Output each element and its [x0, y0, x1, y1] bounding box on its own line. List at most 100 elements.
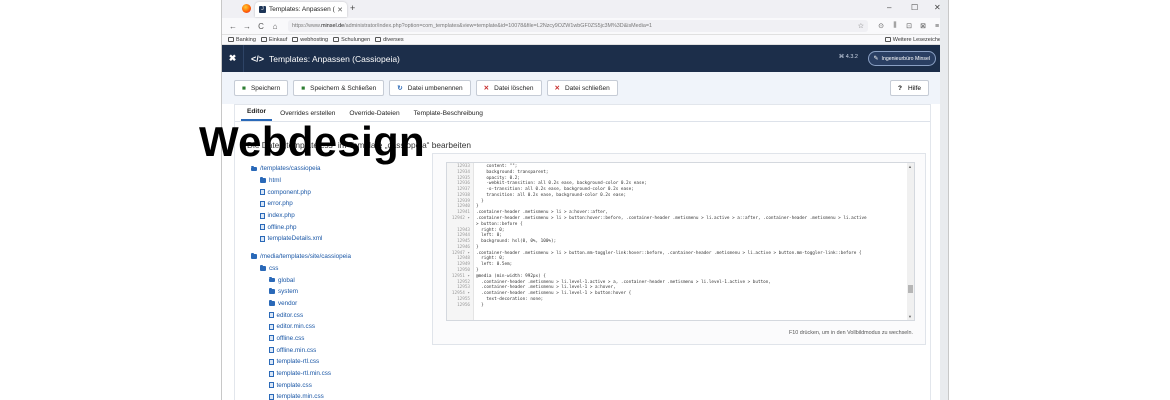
save-button-label: Speichern [250, 84, 281, 92]
bookmark-label: Banking [236, 36, 256, 43]
file-icon [269, 382, 274, 389]
folder-icon [269, 276, 275, 283]
tree-item[interactable]: template-rtl.min.css [251, 368, 421, 380]
extensions-icon[interactable]: ⊠ [916, 22, 930, 30]
url-prefix: https://www. [292, 23, 322, 29]
fullscreen-hint: F10 drücken, um in den Vollbildmodus zu … [788, 330, 913, 336]
save-close-button-label: Speichern & Schließen [310, 84, 377, 92]
firefox-icon[interactable] [242, 4, 251, 13]
edit-icon: ✎ [873, 56, 879, 62]
scroll-down-icon[interactable]: ▼ [908, 314, 912, 319]
minimize-button[interactable]: – [887, 3, 891, 12]
tree-item[interactable]: editor.min.css [251, 321, 421, 333]
url-domain: minsel.de [321, 23, 345, 29]
folder-icon [292, 37, 299, 42]
joomla-logo-icon[interactable]: ✖ [222, 45, 244, 72]
editor-scrollbar[interactable]: ▲ ▼ [907, 163, 914, 320]
bookmark-star-icon[interactable]: ☆ [858, 22, 864, 30]
bookmark-more[interactable]: Weitere Lesezeichen [884, 37, 944, 43]
tree-item[interactable]: template.css [251, 379, 421, 391]
help-button[interactable]: ? Hilfe [890, 80, 929, 96]
user-menu-button[interactable]: ✎ Ingenieurbüro Minsel [867, 51, 936, 66]
code-line: 12956 } [447, 303, 907, 309]
folder-icon [260, 37, 267, 42]
tree-item[interactable]: html [251, 175, 421, 187]
tree-item-label: index.php [267, 212, 295, 220]
scrollbar-thumb[interactable] [908, 285, 913, 293]
tree-item[interactable]: templateDetails.xml [251, 233, 421, 245]
tree-item-label: html [269, 177, 281, 185]
folder-icon [333, 37, 340, 42]
tree-item-label: offline.css [276, 334, 305, 342]
bookmark-banking[interactable]: Banking [228, 37, 256, 43]
line-number: 12956 [457, 302, 470, 308]
tree-item[interactable]: system [251, 286, 421, 298]
rename-file-button[interactable]: ↻ Datei umbenennen [389, 80, 471, 96]
code-editor[interactable]: 12933 content: ""; 12934 background: tran… [446, 162, 915, 321]
tree-item-label: editor.min.css [276, 323, 316, 331]
tree-item[interactable]: index.php [251, 210, 421, 222]
tree-item-label: global [278, 276, 295, 284]
tree-folder-css[interactable]: css [251, 263, 421, 275]
tree-item-label: offline.php [267, 223, 297, 231]
code-text: .container-header .metismenu > li > a:ho… [476, 210, 608, 216]
close-icon: ✕ [554, 85, 560, 92]
tree-item[interactable]: template.min.css [251, 391, 421, 400]
new-tab-button[interactable]: + [350, 3, 355, 13]
file-icon [269, 358, 274, 365]
library-icon[interactable]: ⫼ [888, 22, 902, 30]
delete-file-button[interactable]: ✕ Datei löschen [475, 80, 542, 96]
bookmarks-bar: Banking Einkauf webhosting Schulungen di… [222, 35, 948, 45]
tree-item[interactable]: offline.min.css [251, 344, 421, 356]
bookmark-label: diverses [383, 36, 404, 43]
code-text: right: 0; [476, 227, 505, 233]
tree-item[interactable]: editor.css [251, 309, 421, 321]
folder-icon [228, 37, 234, 42]
save-button[interactable]: ■ Speichern [234, 80, 289, 96]
user-name: Ingenieurbüro Minsel [881, 55, 930, 62]
maximize-button[interactable]: ☐ [911, 3, 918, 12]
tree-item[interactable]: error.php [251, 198, 421, 210]
code-text: } [476, 302, 484, 308]
tree-item[interactable]: global [251, 274, 421, 286]
code-icon: </> [251, 53, 265, 64]
browser-tab[interactable]: J Templates: Anpassen (Cassiopeia) ✕ [255, 2, 347, 17]
home-button[interactable]: ⌂ [268, 22, 282, 31]
tree-item-label: vendor [278, 299, 298, 307]
tree-item-label: css [269, 264, 279, 272]
tree-root-media[interactable]: /media/templates/site/cassiopeia [251, 251, 421, 263]
save-icon: ■ [242, 84, 246, 92]
back-button[interactable]: ← [226, 22, 240, 31]
joomla-header: ✖ </> Templates: Anpassen (Cassiopeia) ⌘… [222, 45, 948, 72]
joomla-favicon-icon: J [259, 6, 266, 13]
url-field[interactable]: https://www. minsel.de/administrator/inde… [288, 20, 868, 32]
save-close-button[interactable]: ■ Speichern & Schließen [293, 80, 385, 96]
bookmark-einkauf[interactable]: Einkauf [260, 36, 288, 43]
code-text: } [476, 268, 479, 274]
tree-item[interactable]: vendor [251, 298, 421, 310]
tree-item[interactable]: component.php [251, 186, 421, 198]
tree-item[interactable]: template-rtl.css [251, 356, 421, 368]
close-file-button[interactable]: ✕ Datei schließen [546, 80, 618, 96]
bookmark-schulungen[interactable]: Schulungen [333, 37, 370, 43]
file-icon [269, 393, 274, 400]
forward-button[interactable]: → [240, 22, 254, 31]
scroll-up-icon[interactable]: ▲ [908, 164, 912, 169]
watermark-text: Webdesign [199, 118, 425, 165]
code-text: content: ""; [476, 164, 518, 169]
tab-close-icon[interactable]: ✕ [337, 6, 343, 14]
reload-button[interactable]: C [254, 22, 268, 31]
folder-icon [251, 253, 257, 259]
bookmark-label: Einkauf [268, 36, 288, 43]
code-text: .container-header .metismenu > li.level-… [476, 285, 616, 291]
bookmark-webhosting[interactable]: webhosting [292, 37, 328, 43]
sidebar-icon[interactable]: ⊡ [902, 22, 916, 30]
tree-item-label: template.min.css [276, 393, 324, 400]
tree-item[interactable]: offline.php [251, 221, 421, 233]
bookmark-diverses[interactable]: diverses [375, 36, 404, 43]
tree-item[interactable]: offline.css [251, 333, 421, 345]
tree-item-label: error.php [267, 200, 293, 208]
code-text: } [476, 198, 484, 204]
pocket-icon[interactable]: ⊙ [874, 22, 888, 30]
page-scrollbar[interactable] [940, 0, 948, 400]
